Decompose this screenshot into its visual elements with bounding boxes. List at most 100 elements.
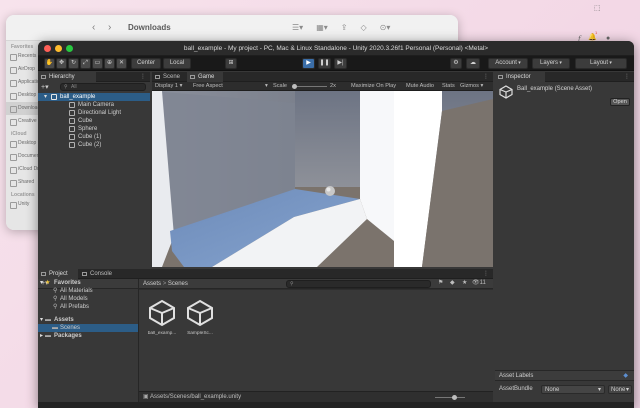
play-button[interactable]: ▶ [302, 58, 315, 69]
maximize-on-play-toggle[interactable]: Maximize On Play [351, 82, 396, 91]
custom-tool-icon[interactable]: ✕ [116, 58, 127, 69]
packages-folder[interactable]: ▸ ▬ Packages [38, 332, 138, 340]
panel-menu-icon[interactable]: ⋮ [140, 73, 146, 80]
mute-audio-toggle[interactable]: Mute Audio [406, 82, 434, 91]
grid-snap-icon[interactable]: ⊞ [225, 58, 237, 69]
variant-value: None [611, 387, 626, 393]
tab-scene[interactable]: Scene [152, 72, 186, 82]
scale-slider[interactable] [292, 82, 327, 91]
hand-tool-icon[interactable]: ✋ [44, 58, 55, 69]
scale-label: Scale [273, 83, 287, 89]
sphere-highlight [326, 187, 331, 192]
scenes-folder[interactable]: ▬ Scenes [38, 324, 138, 332]
finder-toolbar: ‹ › Downloads ☰▾ ▦▾ ⇪ ◇ ⊙▾ [6, 15, 458, 41]
step-button[interactable]: ▶| [334, 58, 347, 69]
add-object-icon[interactable]: +▾ [41, 83, 49, 91]
item-label: All Materials [60, 288, 93, 294]
search-icon: ⚲ [53, 304, 58, 310]
list-icon [41, 75, 46, 79]
tab-inspector[interactable]: Inspector [495, 72, 545, 82]
rect-tool-icon[interactable]: ▭ [92, 58, 103, 69]
panel-menu-icon[interactable]: ⋮ [624, 73, 630, 80]
hierarchy-item[interactable]: Cube [38, 117, 150, 125]
path-text: Assets/Scenes/ball_example.unity [150, 394, 242, 400]
panel-menu-icon[interactable]: ⋮ [483, 73, 489, 80]
hierarchy-item[interactable]: Main Camera [38, 101, 150, 109]
folder-icon: ▬ [45, 333, 51, 339]
gizmos-dropdown[interactable]: Gizmos ▾ [460, 82, 483, 91]
scale-tool-icon[interactable]: ⤢ [80, 58, 91, 69]
expand-arrow-icon[interactable]: ▾ [40, 316, 43, 324]
breadcrumb-root[interactable]: Assets [143, 281, 161, 287]
tab-console[interactable]: Console [79, 269, 123, 279]
finder-back-icon[interactable]: ‹ [92, 22, 95, 33]
game-viewport[interactable] [152, 91, 493, 267]
favorite-item[interactable]: ⚲ All Models [38, 295, 138, 303]
unity-status-bar [38, 402, 634, 408]
window-title: ball_example - My project - PC, Mac & Li… [183, 45, 489, 52]
tab-game[interactable]: Game [187, 72, 223, 82]
aspect-dropdown[interactable]: Free Aspect ▾ [193, 82, 268, 91]
tab-hierarchy[interactable]: Hierarchy [38, 72, 96, 82]
pivot-center-button[interactable]: Center [131, 58, 161, 69]
slider-thumb[interactable] [452, 395, 457, 400]
tab-label: Inspector [506, 74, 531, 80]
desktop-app-icon: ⬚ [594, 5, 601, 12]
unity-toolbar: ✋ ✥ ↻ ⤢ ▭ ⊕ ✕ Center Local ⊞ ▶ ❚❚ ▶| ⚙ ☁… [38, 56, 634, 71]
hierarchy-item[interactable]: Cube (1) [38, 133, 150, 141]
expand-arrow-icon[interactable]: ▾ [40, 279, 43, 287]
hierarchy-item[interactable]: Sphere [38, 125, 150, 133]
inspector-header: Ball_example (Scene Asset) Open [495, 82, 634, 110]
assets-folder[interactable]: ▾ ▬ Assets [38, 316, 138, 324]
collapse-arrow-icon[interactable]: ▸ [40, 332, 43, 340]
hierarchy-item[interactable]: Cube (2) [38, 141, 150, 149]
tag-icon[interactable]: ◇ [360, 23, 366, 32]
expand-arrow-icon[interactable]: ▾ [44, 93, 47, 101]
favorite-item[interactable]: ⚲ All Prefabs [38, 303, 138, 311]
pivot-local-button[interactable]: Local [163, 58, 191, 69]
hierarchy-scene-root[interactable]: ▾ ball_example [38, 93, 150, 101]
rotate-tool-icon[interactable]: ↻ [68, 58, 79, 69]
item-label: All Prefabs [60, 304, 90, 310]
collab-icon[interactable]: ⚙ [450, 58, 462, 69]
more-icon[interactable]: ⊙▾ [380, 23, 391, 32]
asset-label: SampleSc... [187, 331, 213, 336]
slider-thumb[interactable] [292, 84, 297, 89]
favorites-label: Favorites [54, 280, 81, 286]
unity-scene-icon [499, 85, 513, 99]
tab-project[interactable]: Project [38, 269, 78, 279]
share-icon[interactable]: ⇪ [341, 23, 348, 32]
layers-dropdown[interactable]: Layers [532, 58, 570, 69]
unity-window: ball_example - My project - PC, Mac & Li… [38, 41, 634, 408]
unity-scene-icon [149, 299, 175, 327]
cloud-icon[interactable]: ☁ [466, 58, 480, 69]
asset-variant-dropdown[interactable]: None ▾ [608, 385, 632, 394]
panel-menu-icon[interactable]: ⋮ [483, 270, 489, 277]
icon-size-slider[interactable] [435, 397, 465, 398]
move-tool-icon[interactable]: ✥ [56, 58, 67, 69]
label-tag-icon[interactable]: ◆ [623, 372, 628, 379]
open-button[interactable]: Open [610, 98, 630, 106]
list-view-icon[interactable]: ☰▾ [292, 23, 303, 32]
stats-toggle[interactable]: Stats [442, 82, 455, 91]
asset-item[interactable]: ball_examp... [143, 299, 181, 336]
account-dropdown[interactable]: Account [488, 58, 528, 69]
hierarchy-item[interactable]: Directional Light [38, 109, 150, 117]
display-dropdown[interactable]: Display 1 ▾ [155, 82, 182, 91]
grid-view-icon[interactable]: ▦▾ [316, 23, 328, 32]
favorite-item[interactable]: ⚲ All Materials [38, 287, 138, 295]
favorites-header[interactable]: ▾ ★ Favorites [38, 279, 138, 287]
asset-item[interactable]: SampleSc... [181, 299, 219, 336]
gizmos-label: Gizmos [460, 83, 479, 89]
transform-tool-icon[interactable]: ⊕ [104, 58, 115, 69]
layout-dropdown[interactable]: Layout [575, 58, 627, 69]
tab-label: Game [198, 74, 215, 80]
scene-label: ball_example [60, 94, 96, 100]
breadcrumb-current[interactable]: Scenes [168, 281, 188, 287]
pause-button[interactable]: ❚❚ [318, 58, 331, 69]
finder-forward-icon[interactable]: › [108, 22, 111, 33]
hierarchy-search-input[interactable]: ⚲ All [60, 83, 146, 91]
chevron-down-icon: ▾ [265, 83, 268, 89]
asset-bundle-dropdown[interactable]: None ▾ [541, 385, 605, 394]
aspect-label: Free Aspect [193, 83, 223, 89]
